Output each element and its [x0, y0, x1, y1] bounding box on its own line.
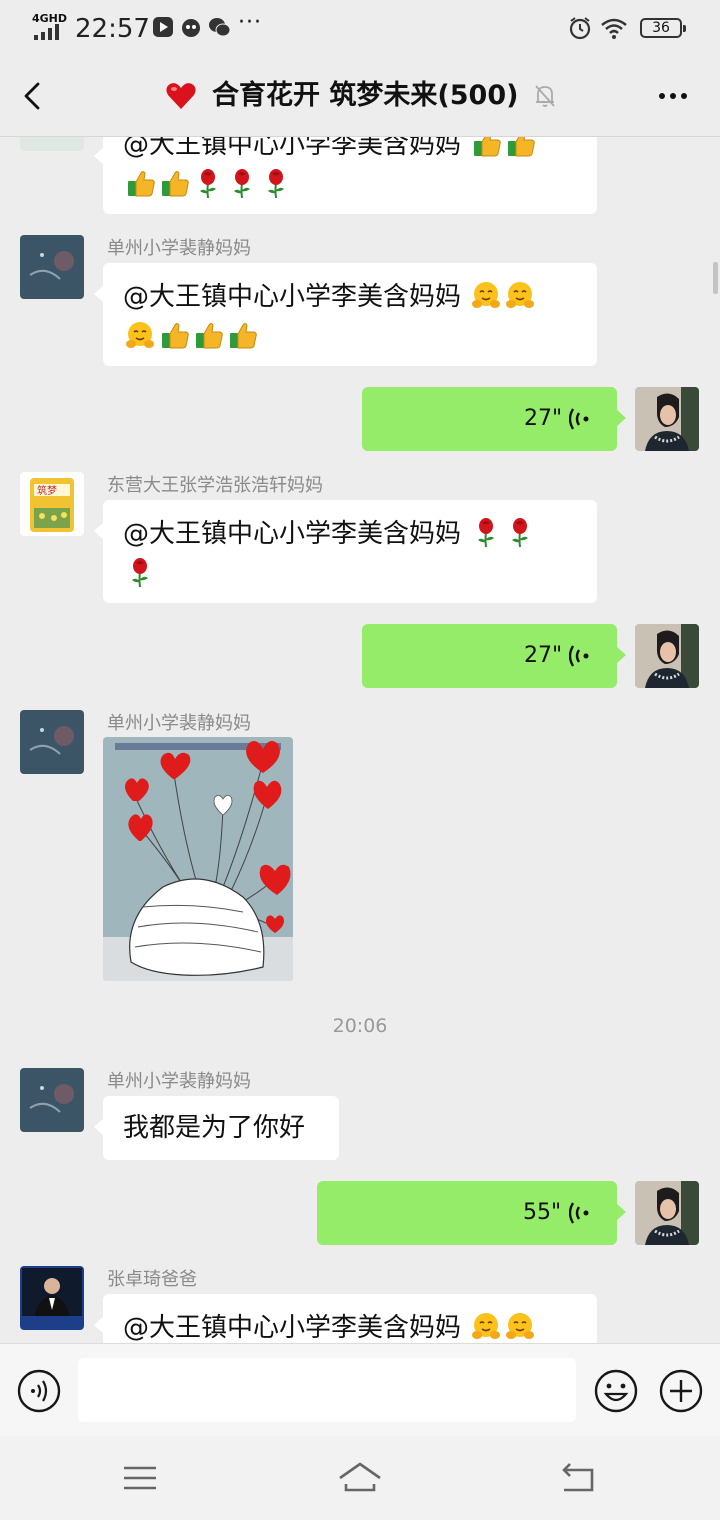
message-text: 我都是为了你好	[123, 1113, 306, 1143]
message-input[interactable]	[78, 1358, 576, 1422]
signal-icon	[34, 24, 59, 40]
hugging-emoji	[471, 1312, 502, 1340]
menu-icon[interactable]	[118, 1458, 162, 1498]
voice-wave-icon	[569, 1202, 589, 1224]
network-type: 4GHD	[32, 12, 68, 25]
my-avatar[interactable]	[635, 387, 699, 451]
system-nav-bar	[0, 1436, 720, 1520]
hugging-emoji	[471, 281, 502, 309]
voice-message[interactable]: 55"	[317, 1181, 626, 1245]
video-notification-icon	[153, 17, 173, 37]
message-bubble[interactable]: @大王镇中心小学李美含妈妈	[94, 500, 597, 603]
sender-name: 单州小学裴静妈妈	[107, 713, 251, 734]
svg-text:筑梦: 筑梦	[37, 484, 57, 497]
plus-icon[interactable]	[658, 1368, 704, 1414]
hugging-emoji	[505, 1312, 536, 1340]
sender-name: 张卓琦爸爸	[107, 1269, 197, 1290]
message-text: @大王镇中心小学李美含妈妈	[123, 519, 470, 549]
message-bubble[interactable]: @大王镇中心小学李美含妈妈	[94, 137, 597, 214]
thumbs-up-emoji	[127, 171, 155, 197]
hugging-emoji	[125, 321, 155, 349]
rose-emoji	[131, 557, 149, 587]
voice-icon[interactable]	[16, 1368, 62, 1414]
voice-message[interactable]: 27"	[362, 387, 626, 451]
voice-duration: 27"	[524, 643, 563, 668]
thumbs-up-emoji	[473, 137, 502, 157]
timestamp: 20:06	[332, 1015, 388, 1037]
message-text: @大王镇中心小学李美含妈妈	[123, 1313, 470, 1343]
thumbs-up-emoji	[195, 323, 223, 349]
message-bubble[interactable]: @大王镇中心小学李美含妈妈	[94, 263, 597, 366]
thumbs-up-emoji	[161, 171, 189, 197]
battery-indicator: 36	[640, 18, 686, 38]
heart-icon	[166, 83, 196, 109]
message-list[interactable]: @大王镇中心小学李美含妈妈 单州小学裴静妈妈 @大王镇中心小学李美含妈妈 27"	[0, 137, 720, 1343]
message-text: @大王镇中心小学李美含妈妈	[123, 137, 470, 160]
message-bubble[interactable]: 我都是为了你好	[94, 1096, 339, 1160]
thumbs-up-emoji	[229, 323, 257, 349]
message-text: @大王镇中心小学李美含妈妈	[123, 282, 470, 312]
voice-wave-icon	[569, 645, 589, 667]
image-message[interactable]	[103, 737, 293, 981]
avatar[interactable]	[20, 1266, 84, 1330]
voice-duration: 55"	[523, 1200, 562, 1225]
avatar[interactable]	[20, 235, 84, 299]
voice-duration: 27"	[524, 406, 563, 431]
status-bar: 4GHD 22:57 ··· 36	[0, 0, 720, 56]
rose-emoji	[511, 517, 530, 547]
return-icon[interactable]	[556, 1458, 600, 1498]
avatar[interactable]: 筑梦	[20, 472, 84, 536]
thumbs-up-emoji	[161, 323, 189, 349]
rose-emoji	[199, 168, 217, 198]
alarm-icon	[569, 17, 591, 40]
rose-emoji	[477, 517, 496, 547]
more-notifications: ···	[238, 10, 262, 35]
voice-wave-icon	[569, 408, 589, 430]
mute-bell-icon	[535, 85, 555, 107]
avatar[interactable]	[20, 1068, 84, 1132]
more-icon[interactable]	[656, 82, 690, 110]
sender-name: 单州小学裴静妈妈	[107, 1071, 251, 1092]
chat-header: 合育花开 筑梦未来(500)	[0, 56, 720, 137]
app-notification-icon	[182, 19, 200, 37]
thumbs-up-emoji	[507, 137, 536, 157]
rose-emoji	[267, 168, 285, 198]
hugging-emoji	[505, 281, 536, 309]
clock: 22:57	[75, 14, 150, 44]
avatar[interactable]	[20, 137, 84, 151]
scrollbar[interactable]	[713, 262, 718, 294]
input-bar	[0, 1343, 720, 1437]
emoji-icon[interactable]	[593, 1368, 639, 1414]
voice-message[interactable]: 27"	[362, 624, 626, 688]
rose-emoji	[233, 168, 251, 198]
back-icon[interactable]	[18, 76, 50, 116]
home-icon[interactable]	[336, 1458, 384, 1498]
wifi-icon	[601, 18, 627, 39]
avatar[interactable]	[20, 710, 84, 774]
my-avatar[interactable]	[635, 624, 699, 688]
sender-name: 东营大王张学浩张浩轩妈妈	[107, 475, 323, 496]
my-avatar[interactable]	[635, 1181, 699, 1245]
sender-name: 单州小学裴静妈妈	[107, 238, 251, 259]
message-bubble[interactable]: @大王镇中心小学李美含妈妈	[94, 1294, 597, 1343]
chat-title: 合育花开 筑梦未来(500)	[212, 80, 519, 111]
wechat-notification-icon	[209, 18, 230, 37]
